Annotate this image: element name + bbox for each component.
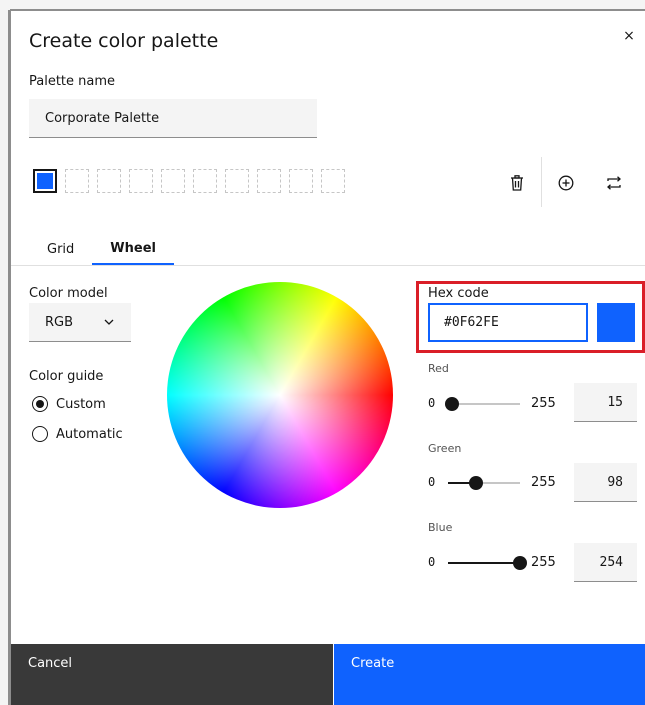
blue-min: 0 <box>428 555 436 569</box>
red-min: 0 <box>428 396 436 410</box>
blue-slider-fill <box>448 562 520 564</box>
green-value-input[interactable] <box>574 463 637 502</box>
color-model-select[interactable]: RGB <box>29 303 131 342</box>
swatch-selected[interactable] <box>33 169 57 193</box>
swatch-empty[interactable] <box>129 169 153 193</box>
swatch-empty[interactable] <box>161 169 185 193</box>
hex-color-preview <box>597 303 635 342</box>
swatch-empty[interactable] <box>321 169 345 193</box>
trash-icon[interactable] <box>505 171 529 195</box>
dialog-title: Create color palette <box>29 30 219 52</box>
palette-name-input[interactable] <box>29 99 317 138</box>
swatch-empty[interactable] <box>289 169 313 193</box>
radio-checked-icon <box>32 396 48 412</box>
radio-automatic-label: Automatic <box>56 426 123 442</box>
hex-code-input[interactable] <box>428 303 588 342</box>
swatch-empty[interactable] <box>97 169 121 193</box>
toolbar-divider <box>541 157 542 207</box>
tab-grid[interactable]: Grid <box>29 233 92 265</box>
close-icon[interactable]: × <box>618 25 640 47</box>
radio-custom[interactable]: Custom <box>32 396 106 412</box>
swatch-fill <box>37 173 53 189</box>
swatch-empty[interactable] <box>193 169 217 193</box>
blue-slider-thumb[interactable] <box>512 556 527 570</box>
color-wheel[interactable] <box>167 282 393 508</box>
tabs-divider <box>11 265 645 266</box>
add-circle-icon[interactable] <box>554 171 578 195</box>
create-button[interactable]: Create <box>334 644 645 705</box>
radio-automatic[interactable]: Automatic <box>32 426 123 442</box>
blue-max: 255 <box>531 555 556 570</box>
color-model-value: RGB <box>45 314 74 330</box>
red-label: Red <box>428 362 449 375</box>
blue-label: Blue <box>428 521 453 534</box>
green-slider-track[interactable] <box>448 476 520 490</box>
chevron-down-icon <box>104 319 114 325</box>
color-model-label: Color model <box>29 286 108 301</box>
green-label: Green <box>428 442 462 455</box>
radio-dot <box>36 400 44 408</box>
red-value-input[interactable] <box>574 383 637 422</box>
hex-code-label: Hex code <box>428 286 489 301</box>
blue-value-input[interactable] <box>574 543 637 582</box>
swatch-empty[interactable] <box>225 169 249 193</box>
green-min: 0 <box>428 475 436 489</box>
red-slider-track[interactable] <box>445 397 520 411</box>
cancel-button[interactable]: Cancel <box>11 644 333 705</box>
blue-slider-track[interactable] <box>448 556 527 570</box>
red-max: 255 <box>531 396 556 411</box>
palette-name-label: Palette name <box>29 74 116 89</box>
tab-wheel[interactable]: Wheel <box>92 233 174 265</box>
color-guide-label: Color guide <box>29 369 104 384</box>
green-slider-thumb[interactable] <box>468 476 483 490</box>
red-slider-thumb[interactable] <box>445 397 460 411</box>
view-tabs: Grid Wheel <box>29 233 174 265</box>
swatch-empty[interactable] <box>257 169 281 193</box>
create-color-palette-dialog: Create color palette × Palette name Corp… <box>11 11 645 705</box>
swatch-empty[interactable] <box>65 169 89 193</box>
green-max: 255 <box>531 475 556 490</box>
radio-unchecked-icon <box>32 426 48 442</box>
radio-custom-label: Custom <box>56 396 106 412</box>
swatch-row <box>33 169 345 195</box>
swap-icon[interactable] <box>602 171 626 195</box>
